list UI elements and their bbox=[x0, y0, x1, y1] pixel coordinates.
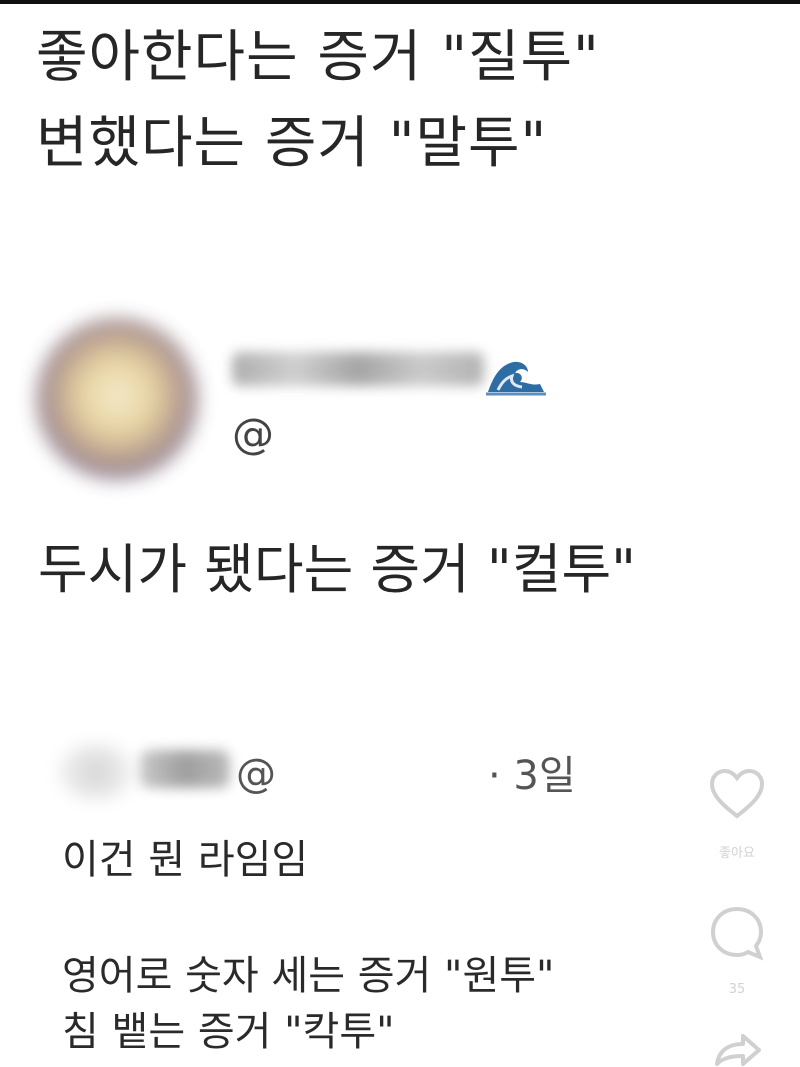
share-action[interactable] bbox=[706, 1032, 768, 1066]
tweet-handle[interactable]: @ bbox=[232, 410, 274, 458]
reply-avatar-blurred bbox=[58, 744, 134, 800]
reply-line-3: 침 뱉는 증거 "칵투" bbox=[62, 1009, 395, 1055]
comment-action[interactable] bbox=[706, 904, 768, 962]
comment-icon bbox=[710, 906, 764, 961]
headline-line-1: 좋아한다는 증거 "질투" bbox=[36, 25, 600, 90]
like-label: 좋아요 bbox=[719, 846, 755, 861]
wave-icon bbox=[486, 361, 546, 396]
tweet-body: 두시가 됐다는 증거 "컬투" bbox=[38, 538, 636, 601]
tweet-display-name-blurred bbox=[232, 352, 484, 386]
tweet-avatar-blurred bbox=[36, 318, 198, 480]
reply-name-blurred bbox=[140, 750, 230, 788]
top-border bbox=[0, 0, 800, 4]
heart-icon bbox=[709, 768, 765, 819]
comment-count: 35 bbox=[728, 982, 746, 997]
reply-timestamp: · 3일 bbox=[488, 753, 576, 799]
reply-handle[interactable]: @ bbox=[236, 752, 276, 796]
headline-line-2: 변했다는 증거 "말투" bbox=[36, 111, 548, 176]
reply-line-1: 이건 뭔 라임임 bbox=[62, 837, 309, 883]
like-action[interactable] bbox=[706, 768, 768, 820]
reply-line-2: 영어로 숫자 세는 증거 "원투" bbox=[62, 953, 555, 999]
share-icon bbox=[715, 1034, 761, 1066]
